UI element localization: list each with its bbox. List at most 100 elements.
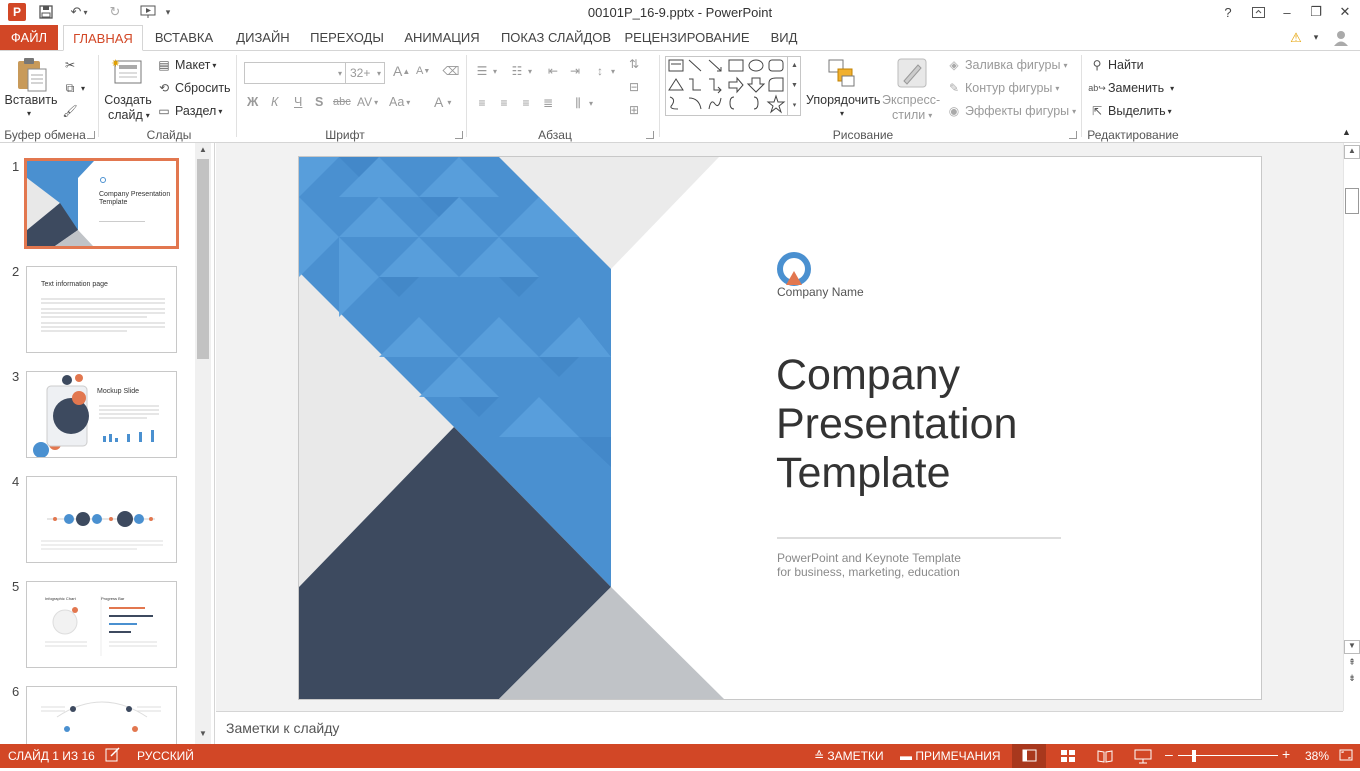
quick-styles-icon[interactable] bbox=[896, 57, 928, 89]
drawing-launcher-icon[interactable] bbox=[1069, 131, 1077, 139]
shape-effects-button[interactable]: ◉ Эффекты фигуры ▾ bbox=[946, 103, 1076, 119]
notes-button[interactable]: ≙ ЗАМЕТКИ bbox=[814, 749, 884, 763]
slide-thumbnail-6[interactable] bbox=[26, 686, 177, 744]
font-launcher-icon[interactable] bbox=[455, 131, 463, 139]
notes-pane[interactable]: Заметки к слайду bbox=[216, 711, 1343, 744]
company-name[interactable]: Company Name bbox=[777, 285, 864, 299]
shape-fill-button[interactable]: ◈ Заливка фигуры ▾ bbox=[946, 57, 1067, 73]
normal-view-button[interactable] bbox=[1012, 744, 1046, 768]
paste-icon[interactable] bbox=[14, 55, 48, 95]
fit-slide-icon[interactable] bbox=[1338, 747, 1354, 766]
strikethrough-button[interactable]: abc bbox=[333, 96, 351, 108]
find-button[interactable]: ⚲ Найти bbox=[1089, 57, 1144, 73]
reading-view-icon[interactable] bbox=[1097, 748, 1113, 767]
align-text-icon[interactable]: ⊟ bbox=[626, 79, 645, 95]
reset-button[interactable]: ⟲ Сбросить bbox=[156, 80, 231, 96]
paste-button[interactable]: Вставить bbox=[5, 93, 58, 107]
tab-review[interactable]: РЕЦЕНЗИРОВАНИЕ bbox=[624, 25, 750, 50]
change-case-button[interactable]: Aa ▾ bbox=[389, 95, 410, 109]
slide-scroll-up-icon[interactable]: ▲ bbox=[1344, 145, 1360, 159]
cut-icon[interactable]: ✂ bbox=[62, 57, 81, 73]
copy-icon[interactable]: ⧉ ▾ bbox=[62, 80, 85, 96]
select-button[interactable]: ⇱ Выделить ▾ bbox=[1089, 103, 1172, 119]
save-icon[interactable] bbox=[36, 3, 56, 21]
text-direction-icon[interactable]: ⇅ bbox=[626, 56, 645, 72]
zoom-in-button[interactable]: + bbox=[1282, 746, 1290, 762]
powerpoint-app-icon[interactable]: P bbox=[8, 3, 26, 21]
new-slide-dropdown[interactable]: слайд ▾ bbox=[108, 108, 150, 122]
thumbnail-scroll-thumb[interactable] bbox=[197, 159, 209, 359]
warning-icon[interactable]: ⚠ bbox=[1286, 25, 1306, 50]
scroll-up-icon[interactable]: ▲ bbox=[195, 145, 211, 157]
comments-button[interactable]: ▬ ПРИМЕЧАНИЯ bbox=[900, 749, 1001, 763]
decrease-indent-icon[interactable]: ⇤ bbox=[545, 63, 564, 79]
slide-subtitle[interactable]: PowerPoint and Keynote Template for busi… bbox=[777, 551, 961, 579]
justify-icon[interactable]: ≣ bbox=[540, 95, 559, 111]
smartart-icon[interactable]: ⊞ bbox=[626, 102, 645, 118]
paste-dropdown-icon[interactable]: ▾ bbox=[27, 109, 31, 118]
account-dropdown-icon[interactable]: ▾ bbox=[1309, 25, 1323, 50]
collapse-ribbon-icon[interactable]: ▲ bbox=[1342, 127, 1351, 137]
quick-styles-button[interactable]: Экспресс- bbox=[882, 93, 940, 107]
increase-indent-icon[interactable]: ⇥ bbox=[567, 63, 586, 79]
previous-slide-icon[interactable]: ⇞ bbox=[1344, 657, 1360, 671]
new-slide-button[interactable]: Создать bbox=[104, 93, 152, 107]
next-slide-icon[interactable]: ⇟ bbox=[1344, 673, 1360, 687]
slide-thumbnail-2[interactable]: Text information page bbox=[26, 266, 177, 353]
replace-button[interactable]: ab↪ Заменить ▾ bbox=[1088, 80, 1174, 96]
ribbon-display-options-icon[interactable] bbox=[1245, 2, 1271, 22]
character-spacing-button[interactable]: AV ▾ bbox=[357, 95, 378, 109]
slide-thumbnail-3[interactable]: Mockup Slide bbox=[26, 371, 177, 458]
slide-scroll-thumb[interactable] bbox=[1345, 188, 1359, 214]
slide-thumbnail-1[interactable]: Company Presentation Template bbox=[24, 158, 179, 249]
font-name-input[interactable]: ▾ bbox=[244, 62, 346, 84]
language-indicator[interactable]: РУССКИЙ bbox=[137, 749, 194, 763]
scroll-down-icon[interactable]: ▼ bbox=[195, 729, 211, 741]
slide-thumbnail-5[interactable]: Infographic Chart Progress Bar bbox=[26, 581, 177, 668]
shapes-gallery-scroll[interactable]: ▲ ▼ ▾ bbox=[787, 56, 801, 116]
align-left-icon[interactable]: ≡ bbox=[474, 95, 493, 111]
start-slideshow-icon[interactable] bbox=[136, 3, 160, 21]
line-spacing-icon[interactable]: ↕ ▾ bbox=[592, 63, 615, 79]
help-button[interactable]: ? bbox=[1215, 2, 1241, 22]
thumbnail-scrollbar[interactable]: ▲ ▼ bbox=[195, 143, 211, 744]
user-avatar-icon[interactable] bbox=[1328, 25, 1354, 50]
numbering-icon[interactable]: ☷ ▾ bbox=[509, 63, 532, 79]
clear-formatting-icon[interactable]: ⌫ bbox=[443, 63, 462, 79]
restore-button[interactable]: ❐ bbox=[1303, 2, 1329, 22]
shapes-gallery[interactable] bbox=[665, 56, 801, 116]
current-slide[interactable]: Company Name Company Presentation Templa… bbox=[299, 157, 1261, 699]
bullets-icon[interactable]: ☰ ▾ bbox=[474, 63, 497, 79]
slide-title[interactable]: Company Presentation Template bbox=[776, 351, 1017, 498]
slide-scroll-down-icon[interactable]: ▼ bbox=[1344, 640, 1360, 654]
align-right-icon[interactable]: ≡ bbox=[518, 95, 537, 111]
clipboard-launcher-icon[interactable] bbox=[87, 131, 95, 139]
new-slide-icon[interactable]: ✷ bbox=[111, 57, 143, 87]
undo-icon[interactable]: ↶ ▾ bbox=[64, 3, 94, 21]
slide-counter[interactable]: СЛАЙД 1 ИЗ 16 bbox=[8, 749, 95, 763]
slideshow-view-icon[interactable] bbox=[1134, 748, 1152, 767]
font-color-button[interactable]: A ▾ bbox=[434, 94, 451, 110]
redo-icon[interactable]: ↻ bbox=[106, 3, 124, 21]
font-size-input[interactable]: 32+ ▾ bbox=[345, 62, 385, 84]
tab-design[interactable]: ДИЗАЙН bbox=[228, 25, 298, 50]
grow-font-icon[interactable]: A ▲ bbox=[393, 63, 410, 79]
tab-transitions[interactable]: ПЕРЕХОДЫ bbox=[308, 25, 386, 50]
shadow-button[interactable]: S bbox=[315, 95, 323, 109]
quick-styles-dropdown[interactable]: стили ▾ bbox=[892, 108, 932, 122]
zoom-out-button[interactable]: – bbox=[1165, 746, 1173, 762]
slide-scrollbar[interactable]: ▲ ▼ ⇞ ⇟ bbox=[1343, 143, 1360, 711]
zoom-slider-thumb[interactable] bbox=[1192, 750, 1196, 762]
arrange-icon[interactable] bbox=[826, 57, 858, 89]
customize-toolbar-icon[interactable]: ▾ bbox=[162, 3, 174, 21]
slide-sorter-icon[interactable] bbox=[1060, 748, 1076, 767]
paragraph-launcher-icon[interactable] bbox=[646, 131, 654, 139]
tab-animations[interactable]: АНИМАЦИЯ bbox=[396, 25, 488, 50]
shrink-font-icon[interactable]: A ▼ bbox=[416, 65, 430, 77]
arrange-button[interactable]: Упорядочить bbox=[806, 93, 880, 107]
minimize-button[interactable]: – bbox=[1274, 2, 1300, 22]
tab-slideshow[interactable]: ПОКАЗ СЛАЙДОВ bbox=[498, 25, 614, 50]
tab-view[interactable]: ВИД bbox=[762, 25, 806, 50]
shape-outline-button[interactable]: ✎ Контур фигуры ▾ bbox=[946, 80, 1059, 96]
format-painter-icon[interactable]: 🖌 bbox=[62, 103, 81, 119]
